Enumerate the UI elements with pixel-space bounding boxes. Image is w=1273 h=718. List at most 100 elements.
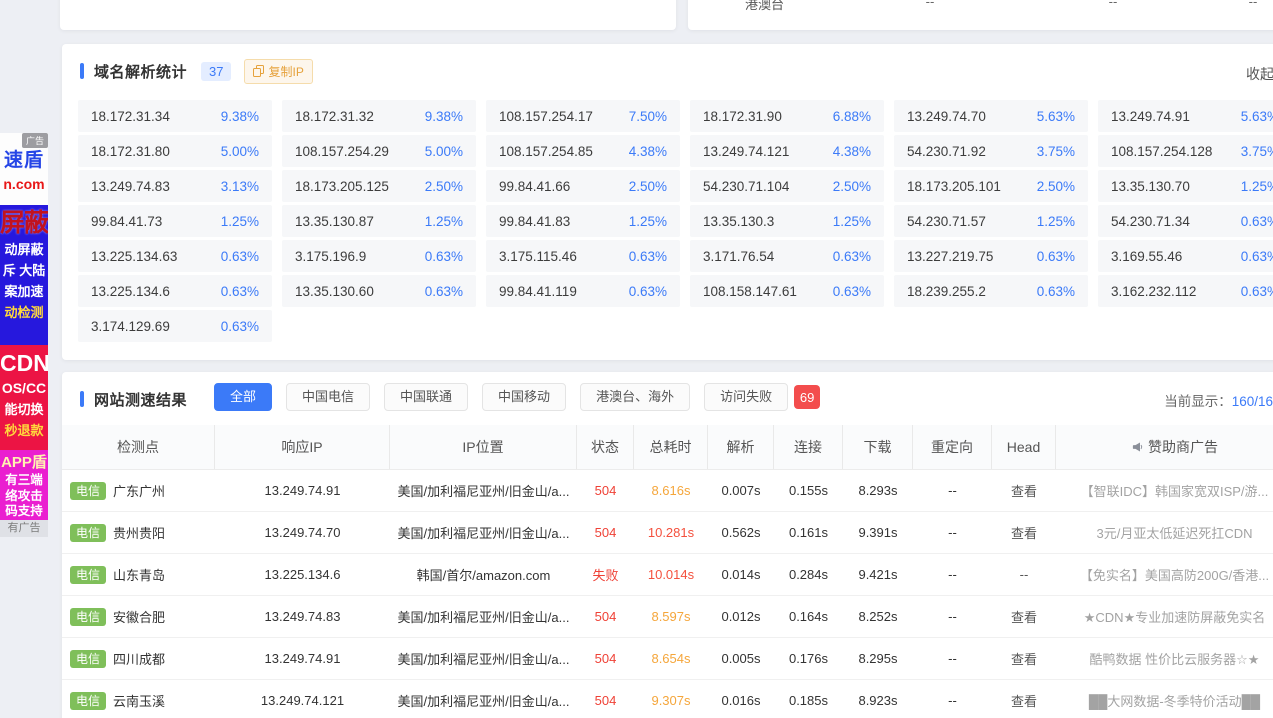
dns-ip-percent: 9.38% — [425, 109, 463, 124]
title-accent-bar — [80, 391, 84, 407]
sponsor-ad-link[interactable]: 3元/月亚太低延迟死扛CDN — [1056, 512, 1273, 553]
side-ad-banner[interactable]: 广告 速盾 n.com 屏蔽 动屏蔽 斥 大陆 案加速 动检测 CDN OS/C… — [0, 133, 48, 537]
current-display: 当前显示：160/16 — [1164, 390, 1273, 410]
sponsor-ad-link[interactable]: ★CDN★专业加速防屏蔽免实名 — [1056, 596, 1273, 637]
dns-ip-chip: 108.158.147.61 0.63% — [690, 275, 884, 307]
filter-tab[interactable]: 中国电信 — [286, 383, 370, 411]
total-time: 8.654s — [634, 638, 708, 679]
dns-ip-percent: 0.63% — [1037, 249, 1075, 264]
head-view-link[interactable]: -- — [992, 554, 1056, 595]
dns-ip: 13.35.130.70 — [1111, 179, 1190, 194]
sponsor-ad-link[interactable]: 【免实名】美国高防200G/香港... — [1056, 554, 1273, 595]
fail-count-badge: 69 — [794, 385, 820, 409]
dns-ip-chip: 18.172.31.80 5.00% — [78, 135, 272, 167]
filter-tab-label: 中国联通 — [400, 389, 452, 404]
ad-line: 动屏蔽 — [0, 239, 48, 260]
dns-ip-percent: 0.63% — [1037, 284, 1075, 299]
isp-badge: 电信 — [70, 608, 106, 626]
dns-ip-chip: 3.169.55.46 0.63% — [1098, 240, 1273, 272]
dns-time: 0.007s — [708, 470, 774, 511]
dns-ip-chip: 108.157.254.17 7.50% — [486, 100, 680, 132]
status-value: 504 — [577, 470, 634, 511]
dns-ip-chip: 3.174.129.69 0.63% — [78, 310, 272, 342]
dns-ip-percent: 0.63% — [425, 284, 463, 299]
connect-time: 0.185s — [774, 680, 843, 718]
isp-badge: 电信 — [70, 524, 106, 542]
dns-ip-percent: 3.75% — [1241, 144, 1273, 159]
dns-ip: 18.172.31.80 — [91, 144, 170, 159]
dns-time: 0.016s — [708, 680, 774, 718]
dns-ip-chip: 13.227.219.75 0.63% — [894, 240, 1088, 272]
dns-ip-chip: 3.175.196.9 0.63% — [282, 240, 476, 272]
filter-tab[interactable]: 中国联通 — [384, 383, 468, 411]
col-header-redirect: 重定向 — [913, 425, 992, 469]
head-view-link[interactable]: 查看 — [992, 638, 1056, 679]
head-view-link[interactable]: 查看 — [992, 470, 1056, 511]
dns-ip-percent: 0.63% — [1241, 249, 1273, 264]
status-value: 失败 — [577, 554, 634, 595]
dns-ip-percent: 1.25% — [425, 214, 463, 229]
copy-ip-button[interactable]: 复制IP — [244, 59, 312, 84]
dns-ip: 13.249.74.121 — [703, 144, 789, 159]
node-name: 安徽合肥 — [113, 607, 165, 626]
ip-location: 美国/加利福尼亚州/旧金山/a... — [390, 512, 577, 553]
dns-ip-chip: 13.225.134.63 0.63% — [78, 240, 272, 272]
filter-tab[interactable]: 港澳台、海外 — [580, 383, 690, 411]
dns-ip-percent: 1.25% — [1241, 179, 1273, 194]
connect-time: 0.161s — [774, 512, 843, 553]
node-name: 广东广州 — [113, 481, 165, 500]
response-ip: 13.249.74.83 — [215, 596, 390, 637]
dns-ip-chip: 54.230.71.57 1.25% — [894, 205, 1088, 237]
filter-tab[interactable]: 中国移动 — [482, 383, 566, 411]
head-view-link[interactable]: 查看 — [992, 680, 1056, 718]
ad-line: 秒退款 — [0, 420, 48, 441]
col-header-connect: 连接 — [774, 425, 843, 469]
ad-line: 码支持 — [0, 504, 48, 520]
status-value: 504 — [577, 638, 634, 679]
dns-ip-chip: 108.157.254.85 4.38% — [486, 135, 680, 167]
head-view-link[interactable]: 查看 — [992, 596, 1056, 637]
sponsor-ad-link[interactable]: 酷鸭数据 性价比云服务器☆★ — [1056, 638, 1273, 679]
sponsor-ad-link[interactable]: 【智联IDC】韩国家宽双ISP/游... — [1056, 470, 1273, 511]
status-value: 504 — [577, 512, 634, 553]
isp-badge: 电信 — [70, 692, 106, 710]
head-view-link[interactable]: 查看 — [992, 512, 1056, 553]
table-row: 电信 四川成都 13.249.74.91 美国/加利福尼亚州/旧金山/a... … — [62, 638, 1273, 680]
col-header-status: 状态 — [577, 425, 634, 469]
dns-ip-chip: 18.173.205.101 2.50% — [894, 170, 1088, 202]
ad-site-name: 速盾 — [0, 149, 48, 173]
dns-ip: 3.175.115.46 — [499, 249, 577, 264]
dns-ip-chip: 99.84.41.73 1.25% — [78, 205, 272, 237]
filter-tab-label: 访问失败 — [720, 389, 772, 404]
title-accent-bar — [80, 63, 84, 79]
dns-ip-chip: 13.35.130.87 1.25% — [282, 205, 476, 237]
node-name: 山东青岛 — [113, 565, 165, 584]
dns-time: 0.012s — [708, 596, 774, 637]
table-header: 检测点 响应IP IP位置 状态 总耗时 解析 连接 下载 重定向 Head 赞… — [62, 425, 1273, 470]
dns-ip-grid: 18.172.31.34 9.38% 18.172.31.32 9.38% 10… — [78, 100, 1273, 342]
dns-ip-percent: 2.50% — [629, 179, 667, 194]
dns-ip: 18.239.255.2 — [907, 284, 986, 299]
node-cell: 电信 四川成都 — [62, 638, 215, 679]
ad-red-headline: CDN — [0, 345, 48, 378]
dns-ip-percent: 0.63% — [629, 284, 667, 299]
dns-ip-chip: 18.172.31.34 9.38% — [78, 100, 272, 132]
filter-tabs: 全部 中国电信 中国联通 — [214, 383, 820, 411]
dns-ip: 3.162.232.112 — [1111, 284, 1196, 299]
node-cell: 电信 广东广州 — [62, 470, 215, 511]
summary-row-label: 港澳台 — [745, 0, 784, 13]
connect-time: 0.176s — [774, 638, 843, 679]
ad-tag: 广告 — [22, 133, 48, 148]
sponsor-ad-link[interactable]: ██大网数据-冬季特价活动██ — [1056, 680, 1273, 718]
filter-tab[interactable]: 访问失败 — [704, 383, 788, 411]
ad-line: 案加速 — [0, 281, 48, 302]
collapse-link[interactable]: 收起 — [1246, 64, 1273, 84]
filter-tab[interactable]: 全部 — [214, 383, 272, 411]
download-time: 9.391s — [843, 512, 913, 553]
dns-ip-percent: 2.50% — [1037, 179, 1075, 194]
redirect-value: -- — [913, 680, 992, 718]
dns-ip: 18.172.31.34 — [91, 109, 170, 124]
col-header-node: 检测点 — [62, 425, 215, 469]
dns-ip-percent: 1.25% — [629, 214, 667, 229]
col-header-response-ip: 响应IP — [215, 425, 390, 469]
